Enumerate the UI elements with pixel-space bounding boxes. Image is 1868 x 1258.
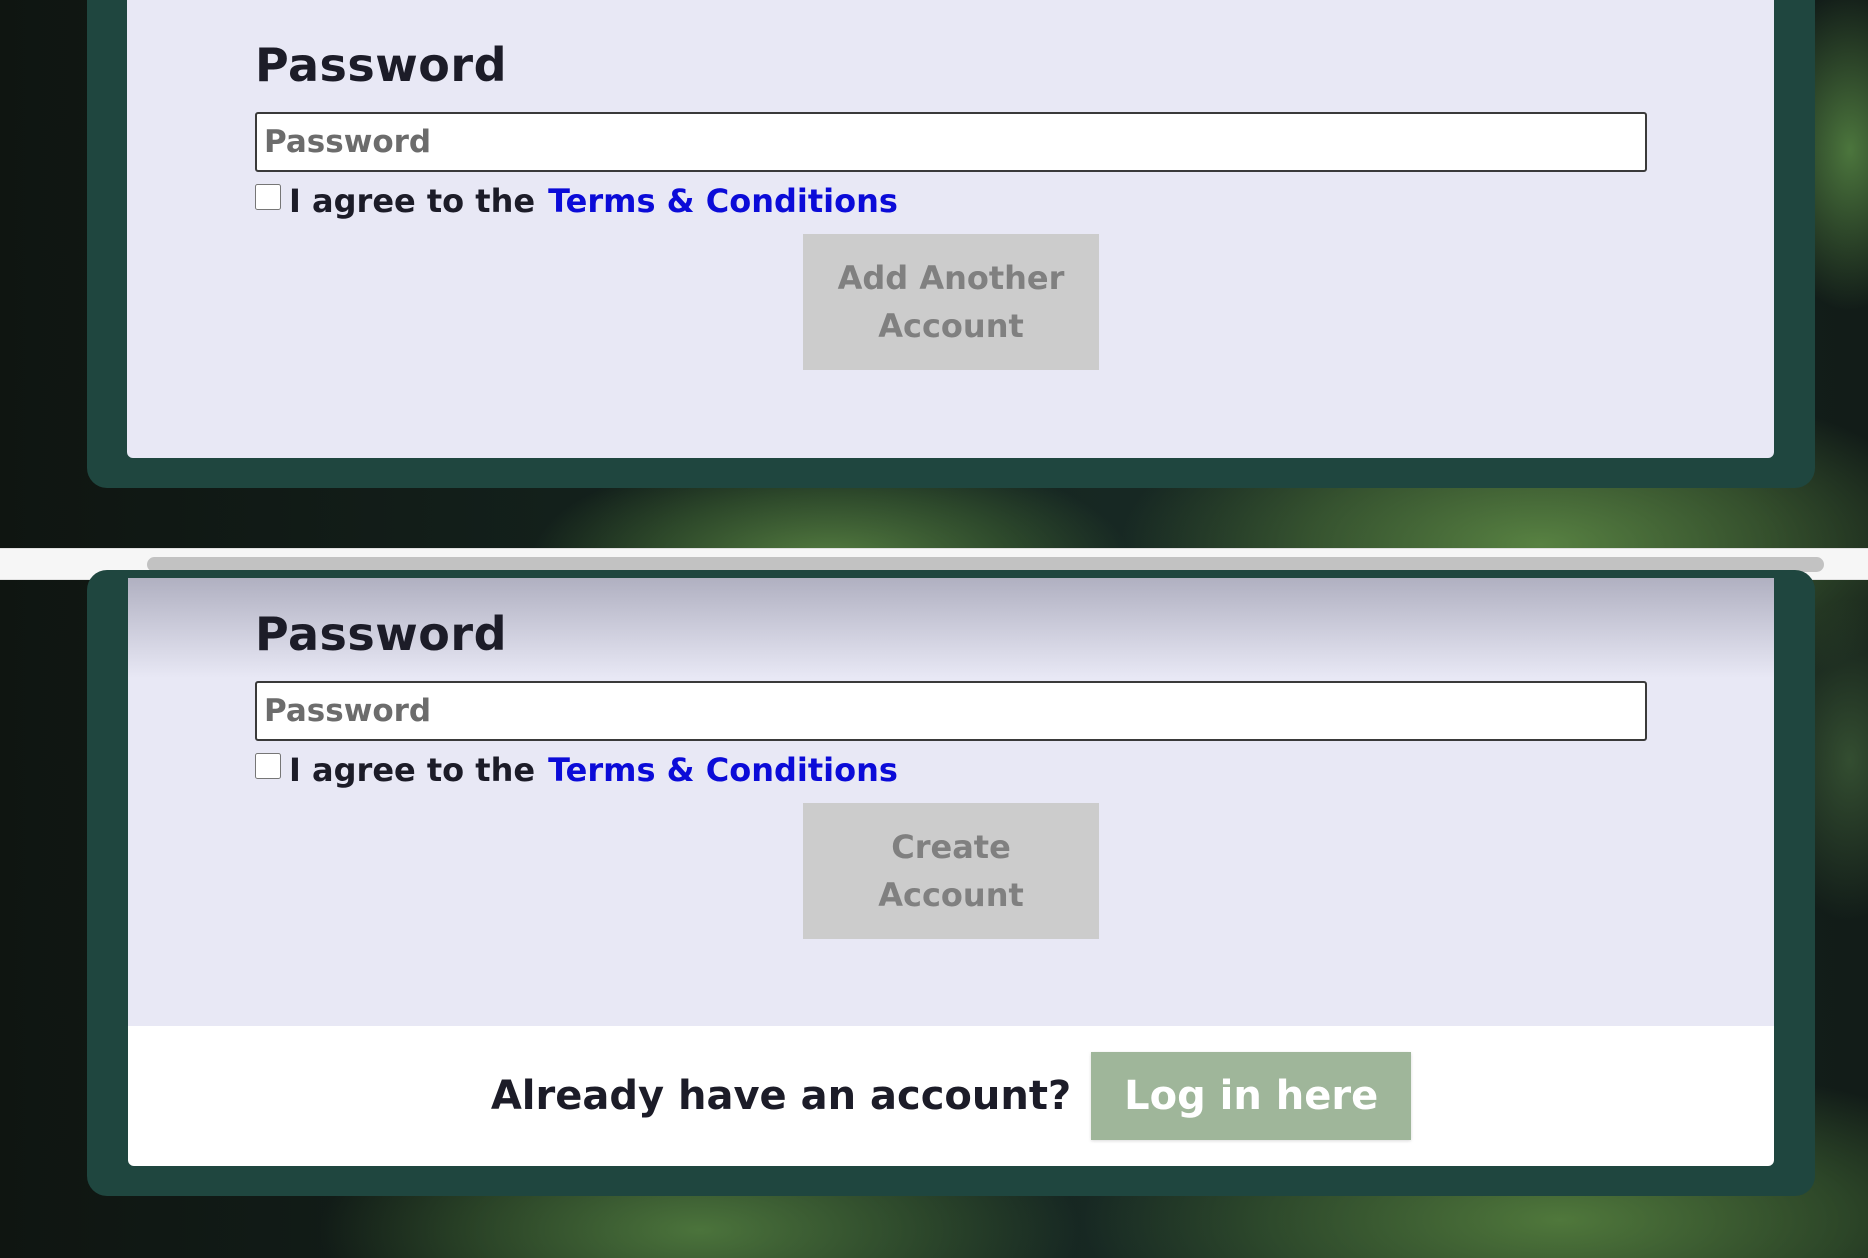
password-label: Password <box>255 607 507 661</box>
agree-text: I agree to the <box>289 751 536 789</box>
password-section-top: Password I agree to the Terms & Conditio… <box>255 30 1647 370</box>
terms-agreement-row: I agree to the Terms & Conditions <box>255 178 1647 224</box>
terms-checkbox[interactable] <box>255 753 281 779</box>
password-section-bottom: Password I agree to the Terms & Conditio… <box>255 599 1647 939</box>
terms-link[interactable]: Terms & Conditions <box>548 751 898 789</box>
log-in-button[interactable]: Log in here <box>1091 1052 1412 1140</box>
terms-link[interactable]: Terms & Conditions <box>548 182 898 220</box>
password-label: Password <box>255 38 507 92</box>
login-prompt-bar: Already have an account? Log in here <box>128 1026 1774 1166</box>
password-input[interactable] <box>255 681 1647 741</box>
create-account-button[interactable]: Create Account <box>803 803 1099 939</box>
login-prompt-text: Already have an account? <box>490 1073 1072 1119</box>
terms-checkbox[interactable] <box>255 184 281 210</box>
password-input[interactable] <box>255 112 1647 172</box>
agree-text: I agree to the <box>289 182 536 220</box>
add-another-account-button[interactable]: Add Another Account <box>803 234 1099 370</box>
terms-agreement-row: I agree to the Terms & Conditions <box>255 747 1647 793</box>
